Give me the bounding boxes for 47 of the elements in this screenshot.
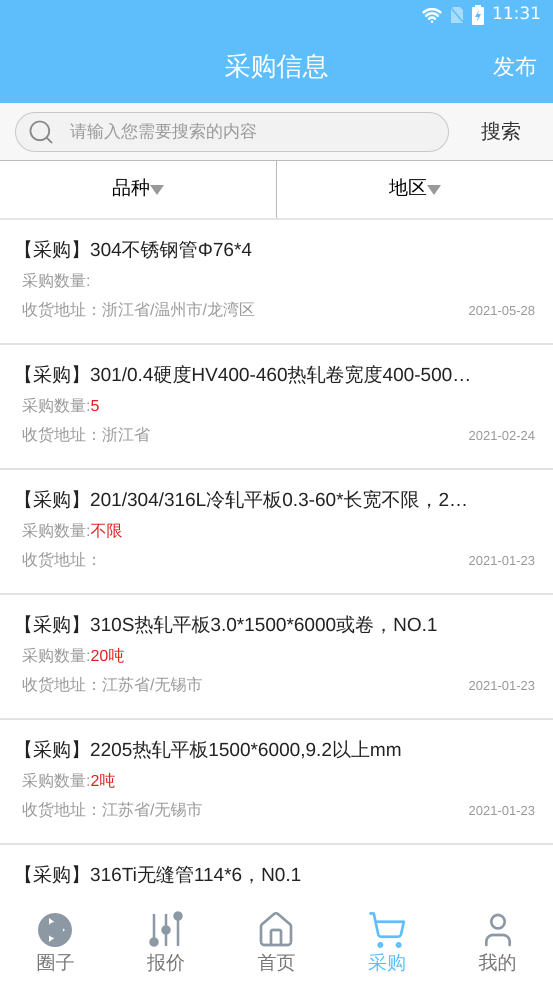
quantity-value: 2吨 [90,772,116,792]
item-date: 2021-01-23 [468,677,535,695]
caret-down-icon [427,184,441,194]
quantity-label: 采购数量: [22,272,90,292]
address-text: 收货地址：浙江省/温州市/龙湾区 [22,300,255,321]
item-title: 【采购】310S热轧平板3.0*1500*6000或卷，NO.1 [14,614,438,638]
item-date: 2021-02-24 [468,427,535,445]
nav-tab[interactable]: 首页 [221,905,332,983]
address-text: 收货地址： [22,550,102,571]
nav-tab[interactable]: 我的 [442,905,553,983]
battery-icon [472,5,484,25]
search-button[interactable]: 搜索 [461,116,541,146]
purchase-item[interactable]: 【采购】304不锈钢管Φ76*4 采购数量: 收货地址：浙江省/温州市/龙湾区 2021-05-28 [0,220,553,345]
quantity-label: 采购数量: [22,396,90,417]
no-sim-icon [450,6,464,24]
quantity-label: 采购数量: [22,646,90,667]
search-icon [27,118,55,146]
page-title: 采购信息 [224,50,328,83]
nav-tab[interactable]: 报价 [110,905,222,983]
item-title: 【采购】201/304/316L冷轧平板0.3-60*长宽不限，2… [14,489,470,513]
item-title: 【采购】2205热轧平板1500*6000,9.2以上mm [14,739,403,763]
purchase-item[interactable]: 【采购】301/0.4硬度HV400-460热轧卷宽度400-500… 采购数量:5 收货地址：浙江省 2021-02-24 [0,345,553,470]
quantity-value: 5 [90,397,100,417]
purchase-item[interactable]: 【采购】201/304/316L冷轧平板0.3-60*长宽不限，2… 采购数量:不限 收货地址： 2021-01-23 [0,470,553,595]
caret-down-icon [150,184,164,194]
quantity-value: 20吨 [90,646,124,667]
item-date: 2021-01-23 [468,552,535,570]
filter-dropdown[interactable]: 品种 [112,175,164,204]
item-title: 【采购】304不锈钢管Φ76*4 [14,239,253,263]
search-field[interactable]: 请输入您需要搜索的内容 [15,112,449,152]
item-title: 【采购】301/0.4硬度HV400-460热轧卷宽度400-500… [14,364,472,388]
item-title: 【采购】316Ti无缝管114*6，N0.1 [14,864,302,888]
address-text: 收货地址：浙江省 [22,426,150,446]
filter-dropdown[interactable]: 地区 [389,175,441,204]
wifi-icon [422,5,442,25]
item-date: 2021-05-28 [468,302,535,320]
quantity-label: 采购数量: [22,772,90,792]
status-time: 11:31 [492,3,541,26]
quantity-label: 采购数量: [22,522,90,542]
nav-tab[interactable]: 圈子 [0,905,111,983]
item-date: 2021-01-23 [468,802,535,820]
address-text: 收货地址：江苏省/无锡市 [22,800,202,821]
address-text: 收货地址：江苏省/无锡市 [22,676,202,696]
purchase-item[interactable]: 【采购】2205热轧平板1500*6000,9.2以上mm 采购数量:2吨 收货地址：江苏省/无锡市 2021-01-23 [0,720,553,845]
cart-icon [367,910,408,950]
quantity-value: 不限 [90,522,122,542]
purchase-item[interactable]: 【采购】310S热轧平板3.0*1500*6000或卷，NO.1 采购数量:20吨 收货地址：江苏省/无锡市 2021-01-23 [0,595,553,720]
